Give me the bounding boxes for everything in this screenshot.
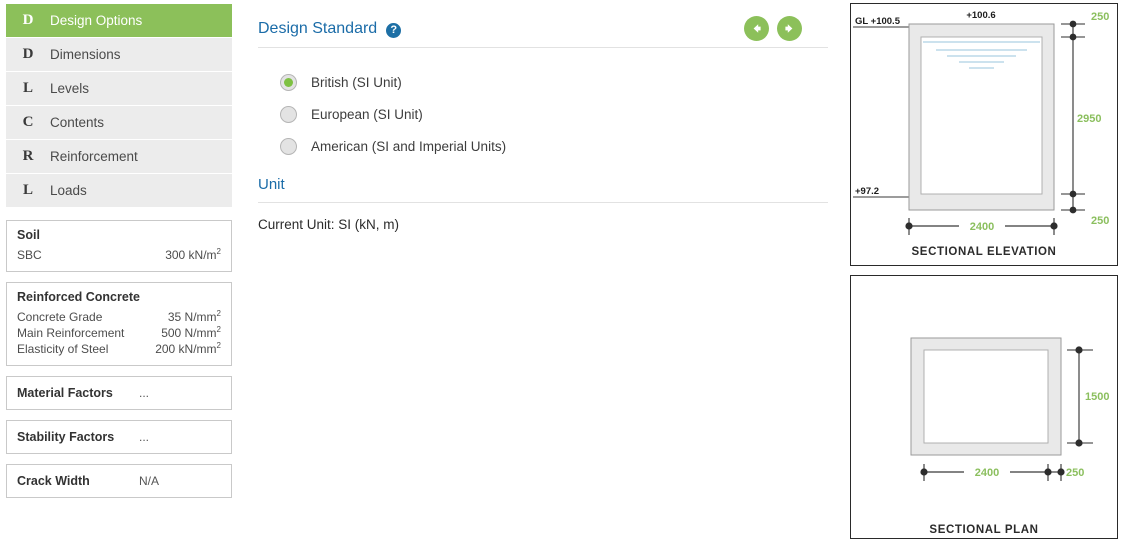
sidebar-item-levels[interactable]: L Levels (6, 72, 232, 106)
plan-dim-depth: 1500 (1085, 391, 1109, 403)
soil-sbc-value: 300 kN/m2 (135, 248, 221, 263)
sectional-plan-panel[interactable]: 1500 2400 250 SECTIONAL PLAN (850, 275, 1118, 539)
sidebar-glyph-design-options: D (22, 12, 34, 28)
main-reinforcement-value: 500 N/mm2 (135, 326, 221, 341)
radio-american[interactable]: American (SI and Imperial Units) (280, 130, 828, 162)
arrow-left-icon (753, 24, 761, 33)
previous-step-button[interactable] (744, 16, 769, 41)
crack-width-panel[interactable]: Crack Width N/A (6, 464, 232, 498)
radio-american-mark (280, 137, 297, 155)
plan-caption: SECTIONAL PLAN (929, 524, 1038, 536)
soil-sbc-sup: 2 (216, 247, 221, 256)
material-factors-panel[interactable]: Material Factors ... (6, 376, 232, 410)
sidebar-item-design-options[interactable]: D Design Options (6, 4, 232, 38)
main-reinforcement-label: Main Reinforcement (17, 326, 125, 340)
sidebar-nav: D Design Options D Dimensions L Levels C… (6, 4, 232, 208)
stability-factors-row: Stability Factors ... (17, 430, 221, 444)
sectional-plan-drawing: 1500 2400 250 SECTIONAL PLAN (910, 337, 1109, 536)
wizard-nav (744, 16, 802, 41)
page-title: Design Standard (258, 20, 378, 37)
current-unit-text: Current Unit: SI (kN, m) (258, 217, 400, 232)
design-standard-header: Design Standard ? (258, 16, 828, 48)
reinforced-concrete-panel[interactable]: Reinforced Concrete Concrete Grade 35 N/… (6, 282, 232, 366)
elevation-dim-height: 2950 (1077, 113, 1101, 125)
radio-european-label: European (SI Unit) (311, 106, 423, 122)
concrete-grade-value: 35 N/mm2 (135, 310, 221, 325)
sidebar-label-loads: Loads (50, 183, 87, 198)
design-standard-radio-group: British (SI Unit) European (SI Unit) Ame… (258, 66, 828, 162)
material-factors-row: Material Factors ... (17, 386, 221, 400)
concrete-grade-number: 35 N/mm (167, 310, 217, 324)
soil-sbc-label: SBC (17, 248, 42, 262)
elevation-dim-width: 2400 (970, 221, 994, 233)
sidebar-glyph-contents: C (22, 114, 34, 130)
radio-british-label: British (SI Unit) (311, 74, 402, 90)
sidebar-glyph-loads: L (22, 182, 33, 198)
radio-european[interactable]: European (SI Unit) (280, 98, 828, 130)
sidebar-glyph-dimensions: D (22, 46, 34, 62)
sectional-elevation-drawing: GL +100.5 +97.2 +100.6 250 2950 250 2400… (853, 10, 1109, 258)
help-icon[interactable]: ? (386, 22, 402, 38)
concrete-row-main-reinf: Main Reinforcement 500 N/mm2 (17, 326, 221, 341)
unit-section-title: Unit (258, 176, 828, 203)
stability-factors-panel[interactable]: Stability Factors ... (6, 420, 232, 454)
elasticity-label: Elasticity of Steel (17, 342, 109, 356)
plan-dim-wall: 250 (1066, 467, 1084, 479)
sidebar-glyph-reinforcement: R (22, 148, 34, 164)
sectional-elevation-panel[interactable]: GL +100.5 +97.2 +100.6 250 2950 250 2400… (850, 3, 1118, 266)
material-factors-value: ... (139, 386, 150, 400)
elasticity-number: 200 kN/mm (155, 342, 217, 356)
concrete-grade-sup: 2 (216, 309, 221, 318)
plan-dim-width: 2400 (975, 467, 999, 479)
sidebar-glyph-levels: L (22, 80, 33, 96)
sidebar-item-reinforcement[interactable]: R Reinforcement (6, 140, 232, 174)
concrete-row-grade: Concrete Grade 35 N/mm2 (17, 310, 221, 325)
crack-width-label: Crack Width (17, 474, 90, 488)
next-step-button[interactable] (777, 16, 802, 41)
sidebar-label-contents: Contents (50, 115, 105, 130)
plan-inner-cavity (923, 349, 1049, 444)
material-factors-label: Material Factors (17, 386, 113, 400)
elevation-dim-top: 250 (1091, 11, 1109, 23)
sidebar-item-dimensions[interactable]: D Dimensions (6, 38, 232, 72)
concrete-grade-label: Concrete Grade (17, 310, 103, 324)
sidebar-label-levels: Levels (50, 81, 90, 96)
soil-sbc-number: 300 kN/m (165, 248, 217, 262)
main-reinforcement-number: 500 N/mm (161, 326, 217, 340)
stability-factors-value: ... (139, 430, 150, 444)
elevation-top-label: +100.6 (966, 10, 995, 21)
crack-width-row: Crack Width N/A (17, 474, 221, 488)
radio-american-label: American (SI and Imperial Units) (311, 138, 507, 154)
crack-width-value: N/A (139, 474, 160, 488)
tank-inner-cavity (920, 36, 1043, 195)
stability-factors-label: Stability Factors (17, 430, 115, 444)
main-content: Design Standard ? British (SI Unit) Euro… (258, 16, 828, 232)
elevation-base-label: +97.2 (855, 186, 879, 197)
sidebar-label-design-options: Design Options (50, 13, 143, 28)
sidebar-item-contents[interactable]: C Contents (6, 106, 232, 140)
elasticity-sup: 2 (216, 341, 221, 350)
sidebar: D Design Options D Dimensions L Levels C… (6, 4, 232, 498)
arrow-right-icon (785, 24, 793, 33)
sidebar-label-dimensions: Dimensions (50, 47, 121, 62)
sidebar-item-loads[interactable]: L Loads (6, 174, 232, 208)
main-reinforcement-sup: 2 (216, 325, 221, 334)
elevation-caption: SECTIONAL ELEVATION (912, 246, 1057, 258)
sidebar-label-reinforcement: Reinforcement (50, 149, 138, 164)
app-root: D Design Options D Dimensions L Levels C… (0, 0, 1122, 542)
soil-panel[interactable]: Soil SBC 300 kN/m2 (6, 220, 232, 272)
soil-panel-title: Soil (17, 228, 40, 242)
concrete-row-elasticity: Elasticity of Steel 200 kN/mm2 (17, 342, 221, 357)
radio-british[interactable]: British (SI Unit) (280, 66, 828, 98)
radio-british-mark (280, 73, 297, 91)
elevation-dim-bottom: 250 (1091, 215, 1109, 227)
elasticity-value: 200 kN/mm2 (135, 342, 221, 357)
elevation-gl-label: GL +100.5 (855, 16, 901, 27)
soil-row-sbc: SBC 300 kN/m2 (17, 248, 221, 263)
concrete-panel-title: Reinforced Concrete (17, 290, 140, 304)
radio-european-mark (280, 105, 297, 123)
